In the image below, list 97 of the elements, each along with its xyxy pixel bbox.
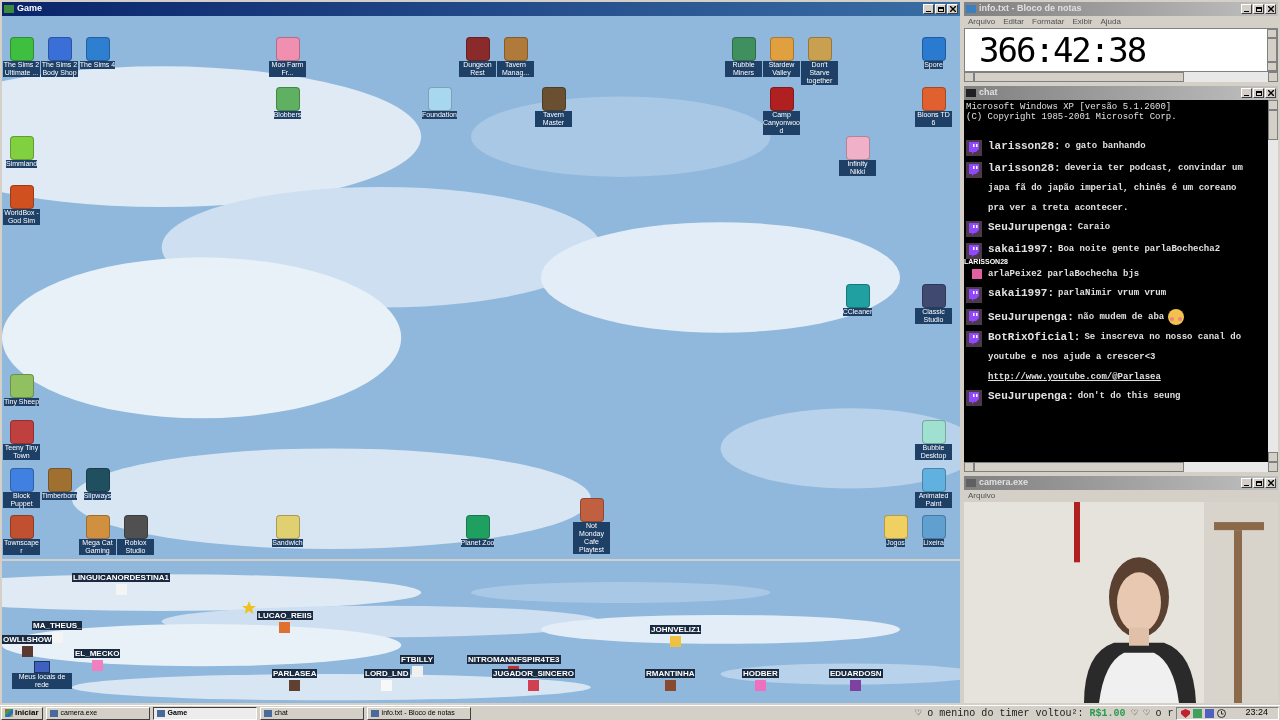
player-name: NITROMANNFSPIR4TE3 bbox=[467, 655, 561, 664]
app-icon[interactable] bbox=[85, 468, 110, 492]
chat-badge-icon bbox=[966, 221, 982, 237]
menu-item[interactable]: Exibir bbox=[1072, 16, 1093, 28]
player-name: MA_THEUS_ bbox=[32, 621, 83, 630]
close-icon[interactable] bbox=[1265, 478, 1276, 488]
scrollbar[interactable] bbox=[964, 72, 1278, 82]
menu-item[interactable]: Arquivo bbox=[968, 16, 996, 28]
menu-item[interactable]: Formatar bbox=[1032, 16, 1065, 28]
ticker-text: ♡ o r bbox=[1143, 706, 1174, 720]
chat-username: SeuJurupenga: bbox=[988, 310, 1074, 324]
app-icon[interactable] bbox=[465, 515, 490, 539]
chat-badge-icon bbox=[966, 331, 982, 347]
chat-username: SeuJurupenga: bbox=[988, 221, 1074, 234]
window-icon bbox=[966, 479, 976, 487]
app-icon[interactable] bbox=[845, 284, 870, 308]
player-name: LUCAO_REIIS bbox=[257, 611, 313, 620]
ticker-text: R$1.00 bbox=[1089, 706, 1126, 720]
chat-message: don't do this seung bbox=[1077, 390, 1181, 403]
console-text: Microsoft Windows XP [versão 5.1.2600] bbox=[966, 102, 1173, 112]
chat-username: larisson28: bbox=[988, 140, 1061, 153]
chat-message: Caraio bbox=[1077, 221, 1111, 234]
chat-message: japa fã do japão imperial, chinês é um coreano bbox=[988, 182, 1237, 195]
chat-link[interactable]: http://www.youtube.com/@Parlasea bbox=[988, 371, 1242, 384]
clock-icon[interactable] bbox=[1217, 708, 1227, 718]
app-icon[interactable] bbox=[579, 498, 604, 522]
player-name: PARLASEA bbox=[272, 669, 318, 678]
player-name: JOHNVELIZ1 bbox=[650, 625, 702, 634]
chat-badge-icon bbox=[966, 140, 982, 156]
network-icon[interactable] bbox=[34, 661, 50, 673]
window-title: chat bbox=[979, 86, 999, 100]
close-icon[interactable] bbox=[947, 4, 958, 14]
chat-message: Boa noite gente parlaBochecha2 bbox=[1058, 243, 1221, 256]
app-icon[interactable] bbox=[9, 420, 34, 444]
maximize-icon[interactable] bbox=[935, 4, 946, 14]
minimize-icon[interactable] bbox=[923, 4, 934, 14]
menu-item[interactable]: Editar bbox=[1003, 16, 1025, 28]
app-icon[interactable] bbox=[123, 515, 148, 539]
window-icon bbox=[966, 89, 976, 97]
chat-message: parlaNimir vrum vrum bbox=[1058, 287, 1167, 300]
close-icon[interactable] bbox=[1265, 4, 1276, 14]
player-name: FTBILLY bbox=[400, 655, 435, 664]
shield-icon[interactable] bbox=[1181, 708, 1191, 718]
window-icon bbox=[4, 5, 14, 13]
chat-message: deveria ter podcast, convindar um bbox=[1064, 162, 1243, 175]
maximize-icon[interactable] bbox=[1253, 478, 1264, 488]
scrollbar[interactable] bbox=[1268, 100, 1278, 462]
chat-badge-icon bbox=[966, 243, 982, 259]
menu-item[interactable]: Ajuda bbox=[1100, 16, 1121, 28]
chat-badge-icon bbox=[966, 390, 982, 406]
chat-message: arlaPeixe2 parlaBochecha bjs bbox=[988, 268, 1140, 281]
minimize-icon[interactable] bbox=[1241, 88, 1252, 98]
window-title: info.txt - Bloco de notas bbox=[979, 2, 1083, 16]
player-name: OWLLSHOW bbox=[2, 635, 53, 644]
chat-username: larisson28: bbox=[988, 162, 1061, 175]
minimize-icon[interactable] bbox=[1241, 478, 1252, 488]
chat-message: não mudem de aba bbox=[1077, 310, 1165, 324]
chat-badge-icon bbox=[966, 162, 982, 178]
window-icon bbox=[966, 5, 976, 13]
chat-username: sakai1997: bbox=[988, 243, 1054, 256]
maximize-icon[interactable] bbox=[1253, 4, 1264, 14]
minimize-icon[interactable] bbox=[1241, 4, 1252, 14]
app-icon[interactable] bbox=[275, 87, 300, 111]
console-text: (C) Copyright 1985-2001 Microsoft Corp. bbox=[966, 112, 1178, 122]
player-name: LINGUICANORDESTINA1 bbox=[72, 573, 170, 582]
app-icon[interactable] bbox=[465, 37, 490, 61]
player-name: HODBER bbox=[742, 669, 779, 678]
ticker-text: ♡ bbox=[1131, 706, 1138, 720]
player-name: LORD_LND bbox=[364, 669, 410, 678]
chat-message: o gato banhando bbox=[1064, 140, 1146, 153]
chat-badge-icon bbox=[966, 287, 982, 303]
ticker-text: ♡ o menino do timer voltou²: bbox=[915, 706, 1084, 720]
star-icon bbox=[242, 601, 256, 615]
player-name: RMANTINHA bbox=[645, 669, 696, 678]
chat-message: pra ver a treta acontecer. bbox=[988, 202, 1129, 215]
start-button[interactable]: Iniciar bbox=[1, 706, 43, 720]
chat-username: sakai1997: bbox=[988, 287, 1054, 300]
player-name: EL_MECKO bbox=[74, 649, 121, 658]
chat-badge-icon bbox=[966, 309, 982, 325]
scrollbar[interactable] bbox=[964, 462, 1278, 472]
app-icon[interactable] bbox=[541, 87, 566, 111]
window-title: camera.exe bbox=[979, 476, 1030, 490]
timer-text: 366:42:38 bbox=[979, 32, 1146, 68]
chat-message: youtube e nos ajude a crescer<3 bbox=[988, 351, 1156, 364]
scrollbar[interactable] bbox=[1267, 29, 1277, 71]
app-icon[interactable] bbox=[921, 284, 946, 308]
player-name: EDUARDOSN bbox=[829, 669, 883, 678]
menu-item[interactable]: Arquivo bbox=[968, 490, 996, 502]
maximize-icon[interactable] bbox=[1253, 88, 1264, 98]
clock: 23:24 bbox=[1245, 706, 1268, 720]
player-name: JUGADOR_SINCERO bbox=[492, 669, 575, 678]
chat-username: SeuJurupenga: bbox=[988, 390, 1074, 403]
chat-message: Se inscreva no nosso canal do bbox=[1084, 331, 1242, 344]
close-icon[interactable] bbox=[1265, 88, 1276, 98]
chat-username: BotRixOficial: bbox=[988, 331, 1081, 344]
window-title: Game bbox=[17, 2, 43, 16]
app-icon[interactable] bbox=[769, 87, 794, 111]
